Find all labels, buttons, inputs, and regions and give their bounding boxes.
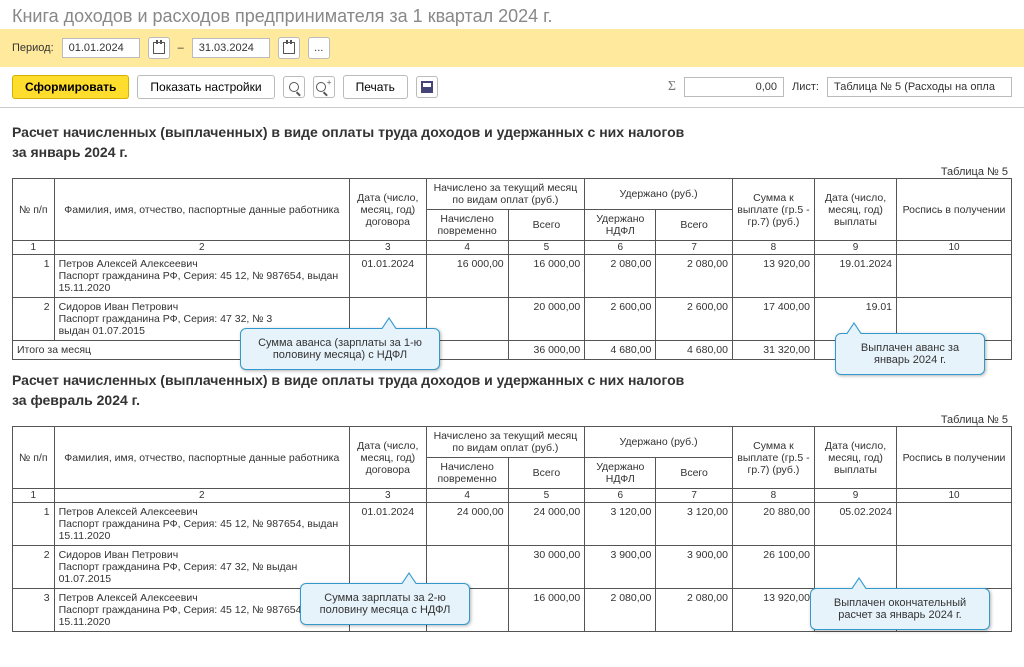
save-icon[interactable] [416,76,438,98]
show-settings-button[interactable]: Показать настройки [137,75,274,99]
sheet-label: Лист: [792,81,819,93]
col-ndfl: Удержано НДФЛ [585,210,656,241]
callout-salary-second-half: Сумма зарплаты за 2-ю половину месяца с … [300,583,470,625]
col-pdate: Дата (число, месяц, год) выплаты [814,179,896,241]
table-row: 1 Петров Алексей АлексеевичПаспорт гражд… [13,255,1012,298]
callout-final-payment: Выплачен окончательный расчет за январь … [810,588,990,630]
col-emp: Фамилия, имя, отчество, паспортные данны… [54,179,349,241]
page-title: Книга доходов и расходов предпринимателя… [0,0,1024,29]
table-number: Таблица № 5 [12,166,1012,178]
date-from-input[interactable]: 01.01.2024 [62,38,140,58]
col-cdate: Дата (число, месяц, год) договора [350,179,427,241]
col-with-total: Всего [656,210,733,241]
calendar-icon[interactable] [148,37,170,59]
calendar-icon[interactable] [278,37,300,59]
toolbar: Сформировать Показать настройки + Печать… [0,67,1024,108]
search-icon[interactable] [283,76,305,98]
col-sign: Роспись в получении [897,179,1012,241]
callout-advance-paid: Выплачен аванс за январь 2024 г. [835,333,985,375]
section1-title-line2: за январь 2024 г. [12,144,1012,160]
table-number: Таблица № 5 [12,414,1012,426]
col-accr-time: Начислено повременно [426,210,508,241]
col-topay: Сумма к выплате (гр.5 - гр.7) (руб.) [732,179,814,241]
sheet-select[interactable]: Таблица № 5 (Расходы на опла [827,77,1012,97]
col-no: № п/п [13,179,55,241]
period-dash: – [178,42,184,54]
section1-title-line1: Расчет начисленных (выплаченных) в виде … [12,124,1012,140]
print-button[interactable]: Печать [343,75,408,99]
col-withheld-group: Удержано (руб.) [585,179,733,210]
sum-field[interactable]: 0,00 [684,77,784,97]
callout-advance-amount: Сумма аванса (зарплаты за 1-ю половину м… [240,328,440,370]
generate-button[interactable]: Сформировать [12,75,129,99]
zoom-in-icon[interactable]: + [313,76,335,98]
period-label: Период: [12,42,54,54]
col-accr-total: Всего [508,210,585,241]
date-to-input[interactable]: 31.03.2024 [192,38,270,58]
period-bar: Период: 01.01.2024 – 31.03.2024 ... [0,29,1024,67]
sum-icon: Σ [668,79,676,95]
table-row: 1 Петров Алексей АлексеевичПаспорт гражд… [13,503,1012,546]
col-accrued-group: Начислено за текущий месяц по видам опла… [426,179,585,210]
period-picker-button[interactable]: ... [308,37,330,59]
report-body: Расчет начисленных (выплаченных) в виде … [0,108,1024,644]
section2-title-line2: за февраль 2024 г. [12,392,1012,408]
